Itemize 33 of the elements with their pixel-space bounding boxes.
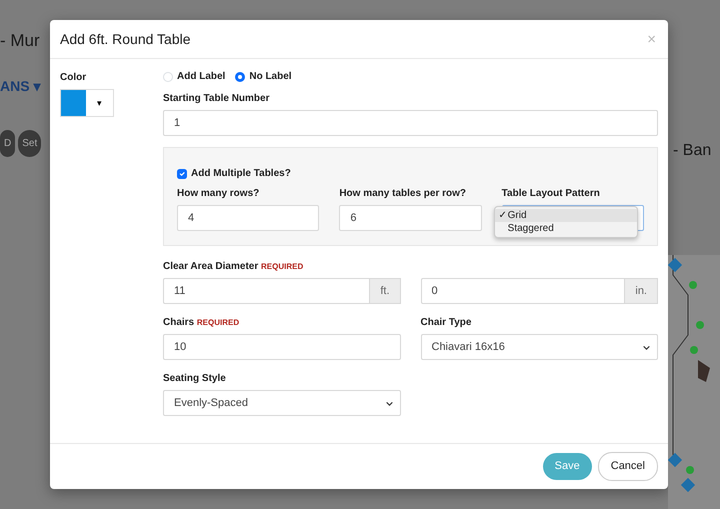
text-input[interactable]: 0	[420, 278, 626, 304]
field-label: How many rows?	[177, 187, 260, 201]
select-field[interactable]: Chiavari 16x16	[420, 334, 658, 360]
field-label: Starting Table Number	[163, 92, 270, 106]
field-label: Clear Area Diameter REQUIRED	[163, 260, 304, 274]
field-label: How many tables per row?	[339, 187, 466, 201]
unit-label: ft.	[370, 278, 400, 304]
cancel-button[interactable]: Cancel	[598, 452, 658, 481]
field-label: Seating Style	[163, 372, 226, 386]
checkbox-label: Add Multiple Tables?	[191, 167, 291, 181]
text-input[interactable]: 1	[163, 110, 658, 136]
modal-title: Add 6ft. Round Table	[60, 30, 191, 48]
pill-button[interactable]: Set	[18, 130, 42, 157]
checkbox[interactable]	[177, 168, 187, 178]
field-label: Chair Type	[420, 316, 472, 330]
text-input[interactable]: 6	[339, 205, 482, 231]
radio-label: No Label	[249, 70, 292, 84]
dropdown-option[interactable]: ✓Grid	[494, 209, 637, 222]
dropdown-option[interactable]: Staggered	[494, 222, 637, 235]
unit-label: in.	[625, 278, 658, 304]
color-picker-button[interactable]: ▾	[60, 89, 114, 117]
text-input[interactable]: 4	[177, 205, 320, 231]
text-input[interactable]: 11	[163, 278, 370, 304]
radio-button[interactable]	[235, 72, 246, 82]
radio-label: Add Label	[177, 70, 226, 84]
text-input[interactable]: 10	[163, 334, 400, 360]
page-heading: - Ban	[673, 141, 712, 161]
select-field[interactable]: Evenly-Spaced	[163, 390, 400, 416]
field-label: Color	[60, 71, 86, 85]
pill-button[interactable]: D	[0, 130, 16, 157]
page-title: - Mur	[0, 30, 40, 52]
field-label: Chairs REQUIRED	[163, 316, 240, 330]
field-label: Table Layout Pattern	[502, 187, 600, 201]
